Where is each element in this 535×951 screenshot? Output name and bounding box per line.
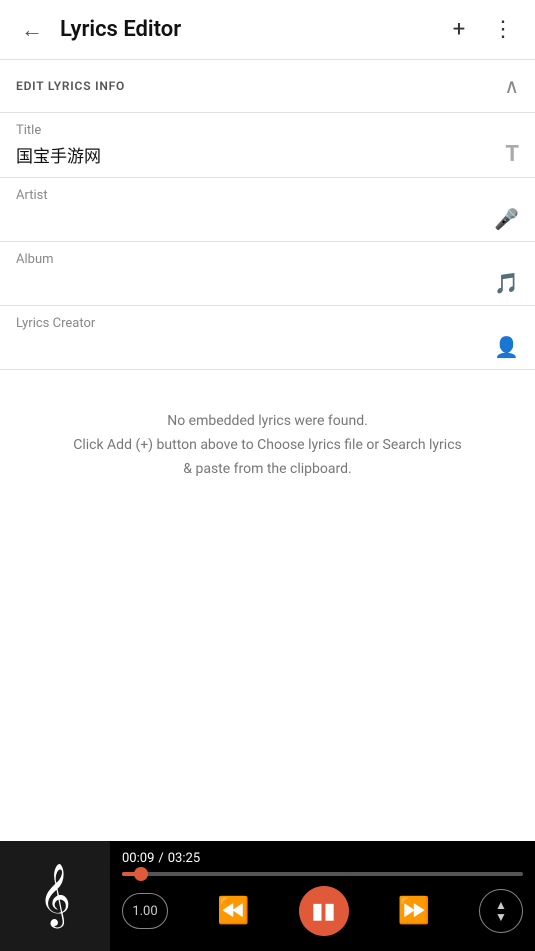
player-buttons-row: 1.00 ⏪ ▮▮ ⏩ ▲ ▼ (122, 886, 523, 936)
total-time: 03:25 (168, 851, 200, 866)
player-controls-area: 00:09 / 03:25 1.00 ⏪ ▮▮ (110, 841, 535, 951)
speed-button[interactable]: 1.00 (122, 893, 168, 929)
microphone-icon: 🎤 (494, 207, 519, 231)
edit-lyrics-section-header: EDIT LYRICS INFO ∧ (0, 60, 535, 113)
lyrics-creator-field-row: Lyrics Creator 👤 (0, 306, 535, 370)
header-actions: + ⋮ (439, 10, 523, 50)
lyrics-creator-field-content: 👤 (16, 335, 519, 369)
album-field-content: 🎵 (16, 271, 519, 305)
progress-bar[interactable] (122, 872, 523, 876)
player-time-row: 00:09 / 03:25 (122, 851, 523, 866)
pitch-button[interactable]: ▲ ▼ (479, 889, 523, 933)
fast-forward-button[interactable]: ⏩ (392, 889, 436, 933)
empty-state: No embedded lyrics were found. Click Add… (0, 370, 535, 521)
play-pause-button[interactable]: ▮▮ (299, 886, 349, 936)
title-field-content: 国宝手游网 T (16, 142, 519, 177)
fast-forward-icon: ⏩ (398, 896, 430, 926)
artist-field-content: 🎤 (16, 207, 519, 241)
rewind-icon: ⏪ (217, 896, 249, 926)
back-icon: ← (21, 17, 43, 43)
add-icon: + (453, 17, 465, 42)
collapse-button[interactable]: ∧ (504, 74, 519, 98)
play-pause-icon: ▮▮ (311, 899, 335, 924)
lyrics-creator-label: Lyrics Creator (16, 316, 519, 331)
album-label: Album (16, 252, 519, 267)
player-container: 𝄞 00:09 / 03:25 1.00 ⏪ ▮▮ (0, 841, 535, 951)
album-field-row: Album 🎵 (0, 242, 535, 306)
time-separator: / (158, 851, 163, 866)
artist-label: Artist (16, 188, 519, 203)
text-format-icon: T (505, 142, 519, 167)
speed-value: 1.00 (132, 904, 157, 919)
empty-state-line2: Click Add (+) button above to Choose lyr… (73, 437, 462, 453)
pitch-down-icon: ▼ (495, 911, 507, 923)
app-header: ← Lyrics Editor + ⋮ (0, 0, 535, 60)
title-value[interactable]: 国宝手游网 (16, 142, 497, 167)
rewind-button[interactable]: ⏪ (211, 889, 255, 933)
progress-fill (122, 872, 141, 876)
title-field-row: Title 国宝手游网 T (0, 113, 535, 178)
treble-clef-icon: 𝄞 (39, 869, 71, 923)
progress-thumb (134, 867, 148, 881)
add-button[interactable]: + (439, 10, 479, 50)
empty-state-line1: No embedded lyrics were found. (167, 413, 368, 429)
person-icon: 👤 (494, 335, 519, 359)
edit-lyrics-label: EDIT LYRICS INFO (16, 79, 125, 93)
title-label: Title (16, 123, 519, 138)
empty-state-line3: & paste from the clipboard. (183, 461, 351, 477)
current-time: 00:09 (122, 851, 154, 866)
more-options-button[interactable]: ⋮ (483, 10, 523, 50)
back-button[interactable]: ← (12, 10, 52, 50)
player-inner: 𝄞 00:09 / 03:25 1.00 ⏪ ▮▮ (0, 841, 535, 951)
more-icon: ⋮ (492, 17, 514, 42)
album-icon: 🎵 (494, 271, 519, 295)
artist-field-row: Artist 🎤 (0, 178, 535, 242)
album-art: 𝄞 (0, 841, 110, 951)
page-title: Lyrics Editor (60, 17, 439, 42)
